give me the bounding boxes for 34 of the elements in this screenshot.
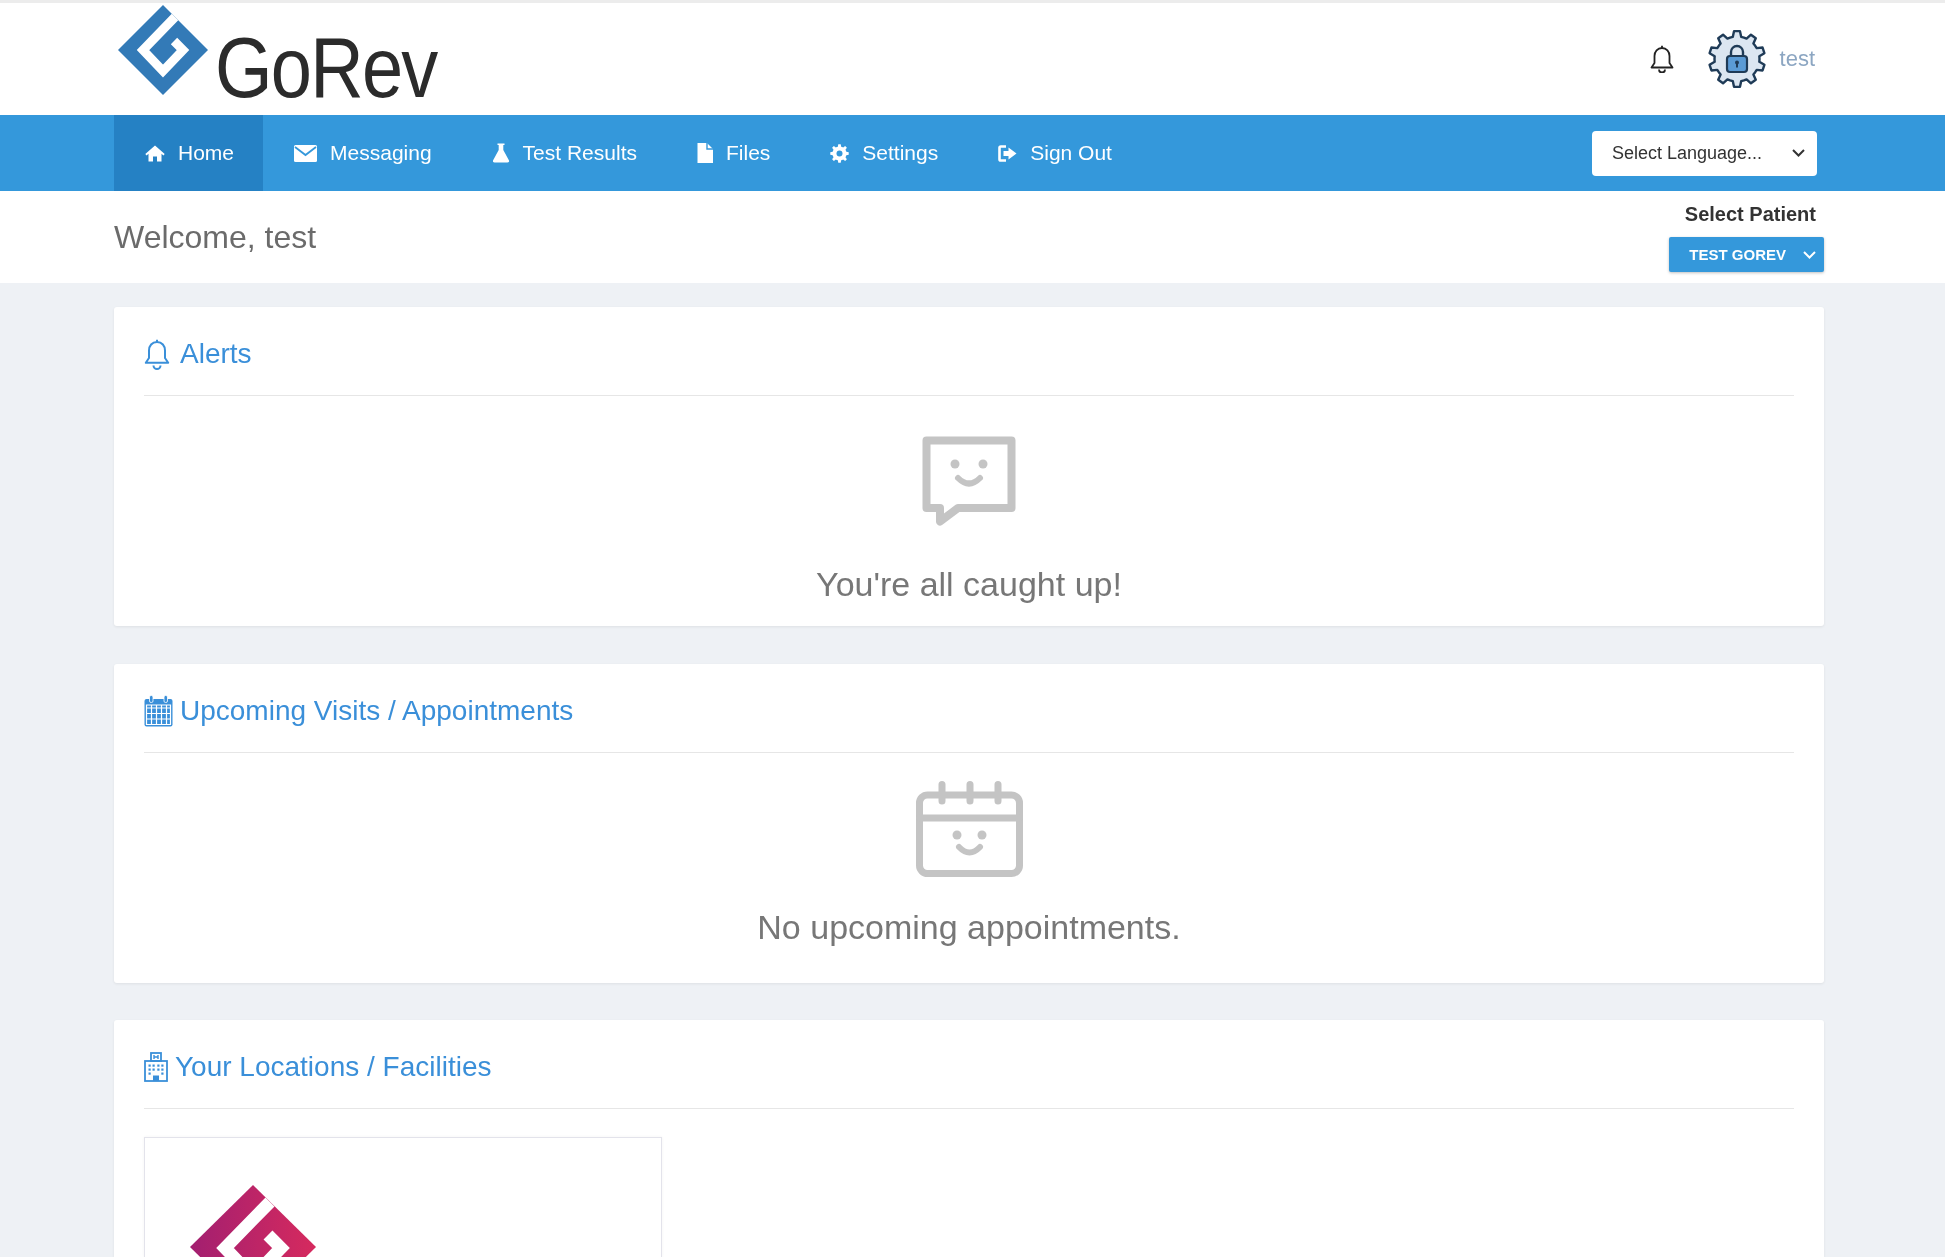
facility-tile[interactable] xyxy=(144,1137,662,1257)
card-title: Your Locations / Facilities xyxy=(175,1050,492,1084)
gear-lock-icon[interactable] xyxy=(1706,29,1767,89)
user-name: test xyxy=(1779,46,1815,72)
file-icon xyxy=(696,143,713,163)
home-icon xyxy=(145,144,165,162)
hospital-icon xyxy=(144,1052,168,1082)
nav-tab[interactable]: Settings xyxy=(799,115,968,191)
chat-smile-icon xyxy=(922,436,1016,526)
bell-icon[interactable] xyxy=(1648,45,1675,73)
chevron-down-icon xyxy=(1792,149,1805,157)
logo-text: GoRev xyxy=(215,24,437,110)
sign-out-icon xyxy=(998,144,1018,162)
card-title: Alerts xyxy=(180,337,252,371)
select-patient-label: Select Patient xyxy=(1684,202,1816,226)
envelope-icon xyxy=(294,144,318,162)
nav-tab[interactable]: Sign Out xyxy=(967,115,1141,191)
empty-message: You're all caught up! xyxy=(816,564,1122,605)
empty-message: No upcoming appointments. xyxy=(757,906,1181,948)
calendar-smile-icon xyxy=(915,780,1023,877)
calendar-icon xyxy=(144,694,173,727)
chevron-down-icon xyxy=(1803,250,1816,259)
patient-select-button[interactable]: TEST GOREV xyxy=(1669,237,1824,272)
nav-tab[interactable]: Test Results xyxy=(460,115,666,191)
logo-mark-icon xyxy=(118,5,208,95)
nav-tab[interactable]: Messaging xyxy=(263,115,461,191)
nav-tab[interactable]: Home xyxy=(114,115,264,191)
language-select[interactable]: Select Language... xyxy=(1592,130,1817,176)
gear-icon xyxy=(830,143,850,163)
flask-icon xyxy=(491,143,510,163)
welcome-heading: Welcome, test xyxy=(114,218,317,256)
bell-icon xyxy=(144,338,170,370)
nav-tab[interactable]: Files xyxy=(665,115,800,191)
card-title: Upcoming Visits / Appointments xyxy=(180,693,574,728)
